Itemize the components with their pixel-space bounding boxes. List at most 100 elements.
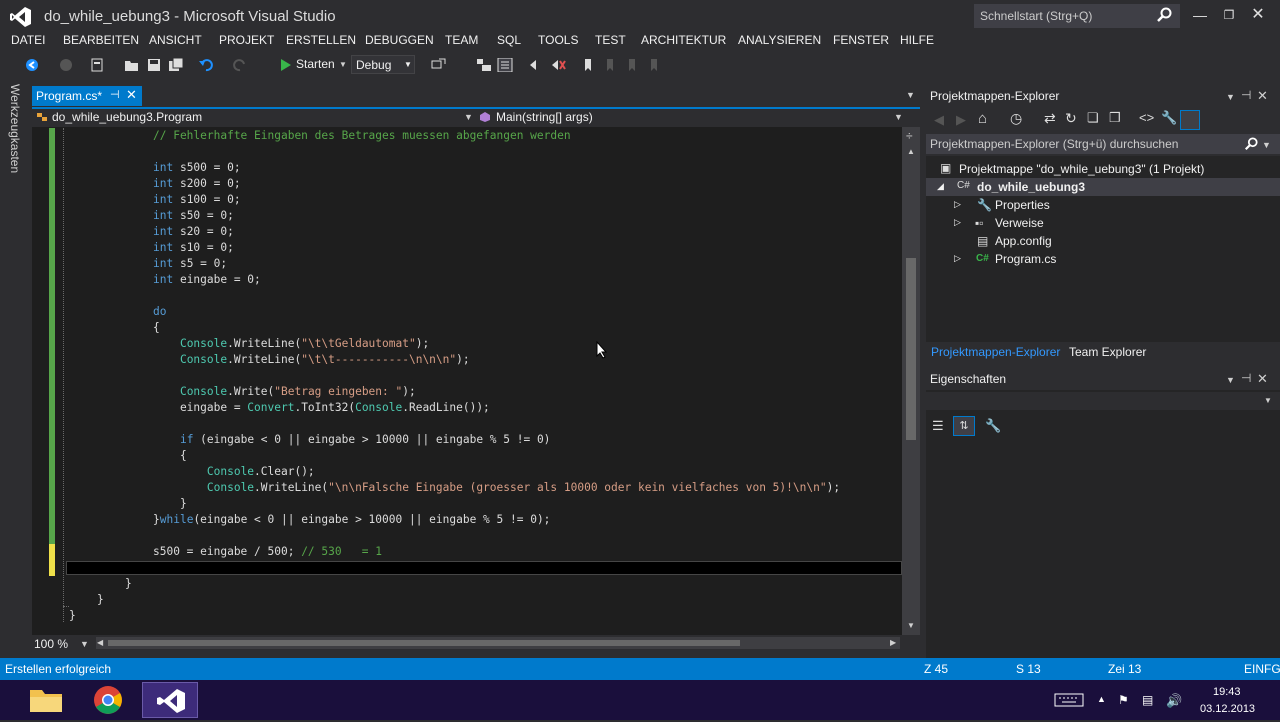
- search-icon[interactable]: [1244, 137, 1258, 151]
- navigate-back-icon[interactable]: [24, 58, 40, 72]
- menu-hilfe[interactable]: HILFE: [900, 33, 934, 47]
- pin-icon[interactable]: ⊣: [110, 88, 120, 101]
- bookmark-icon[interactable]: [580, 58, 596, 72]
- start-dropdown-icon[interactable]: ▼: [339, 60, 347, 69]
- menu-datei[interactable]: DATEI: [11, 33, 45, 47]
- menu-team[interactable]: TEAM: [445, 33, 478, 47]
- search-icon[interactable]: [1156, 7, 1172, 23]
- split-icon[interactable]: ÷: [906, 129, 913, 143]
- explorer-taskbar-button[interactable]: [18, 682, 74, 718]
- network-icon[interactable]: ▤: [1142, 693, 1158, 707]
- alphabetical-icon[interactable]: ⇅: [953, 416, 975, 436]
- attach-icon[interactable]: [430, 58, 446, 72]
- close-icon[interactable]: ✕: [1257, 371, 1268, 387]
- properties-object-select[interactable]: [926, 392, 1280, 410]
- collapsed-arrow-icon[interactable]: ▷: [954, 217, 961, 228]
- show-all-files-icon[interactable]: ❒: [1109, 110, 1121, 126]
- tab-program-cs[interactable]: Program.cs* ⊣ ✕: [32, 86, 142, 106]
- undo-icon[interactable]: [198, 58, 214, 72]
- vertical-scroll-thumb[interactable]: [906, 258, 916, 440]
- preview-selected-items-icon[interactable]: [1180, 110, 1200, 130]
- start-debug-icon[interactable]: [278, 58, 294, 72]
- menu-bearbeiten[interactable]: BEARBEITEN: [63, 33, 139, 47]
- bookmark-clear-icon[interactable]: [550, 58, 566, 72]
- bookmark-next-icon[interactable]: [602, 58, 618, 72]
- pin-icon[interactable]: ⊣: [1241, 371, 1251, 385]
- close-tab-icon[interactable]: ✕: [126, 87, 137, 103]
- property-pages-icon[interactable]: 🔧: [985, 418, 1001, 434]
- save-all-icon[interactable]: [168, 58, 184, 72]
- menu-fenster[interactable]: FENSTER: [833, 33, 889, 47]
- tab-team-explorer[interactable]: Team Explorer: [1069, 345, 1146, 359]
- close-icon[interactable]: ✕: [1257, 88, 1268, 104]
- bookmark-clear-all-icon[interactable]: [646, 58, 662, 72]
- panel-menu-icon[interactable]: ▼: [1226, 92, 1235, 102]
- chevron-down-icon[interactable]: ▼: [1264, 396, 1272, 405]
- pin-icon[interactable]: ⊣: [1241, 88, 1251, 102]
- tab-solution-explorer[interactable]: Projektmappen-Explorer: [931, 345, 1060, 359]
- toolbox-tab[interactable]: Werkzeugkasten: [4, 84, 22, 173]
- categorized-icon[interactable]: ☰: [932, 418, 944, 434]
- sync-icon[interactable]: ⇄: [1044, 110, 1056, 127]
- expanded-arrow-icon[interactable]: ◢: [937, 181, 944, 192]
- chrome-taskbar-button[interactable]: [80, 682, 136, 718]
- panel-menu-icon[interactable]: ▼: [1226, 375, 1235, 385]
- tree-item-properties[interactable]: Properties: [995, 198, 1050, 212]
- collapsed-arrow-icon[interactable]: ▷: [954, 253, 961, 264]
- zoom-dropdown-icon[interactable]: ▼: [80, 639, 89, 649]
- chevron-down-icon[interactable]: ▼: [464, 112, 473, 122]
- solution-explorer-toolbar-icon[interactable]: [476, 58, 492, 72]
- scroll-right-icon[interactable]: ▶: [890, 638, 896, 647]
- navigate-forward-icon[interactable]: [58, 58, 74, 72]
- zoom-level[interactable]: 100 %: [34, 637, 68, 651]
- clock-time[interactable]: 19:43: [1213, 686, 1241, 698]
- history-icon[interactable]: ◷: [1010, 110, 1022, 127]
- menu-test[interactable]: TEST: [595, 33, 626, 47]
- menu-projekt[interactable]: PROJEKT: [219, 33, 274, 47]
- solution-configuration-select[interactable]: Debug ▼: [351, 55, 415, 74]
- horizontal-scroll-thumb[interactable]: [108, 640, 740, 646]
- menu-erstellen[interactable]: ERSTELLEN: [286, 33, 356, 47]
- bookmark-folder-icon[interactable]: [624, 58, 640, 72]
- menu-tools[interactable]: TOOLS: [538, 33, 578, 47]
- home-icon[interactable]: ⌂: [978, 110, 987, 127]
- properties-wrench-icon[interactable]: 🔧: [1161, 110, 1177, 126]
- scroll-up-icon[interactable]: ▲: [907, 147, 915, 156]
- minimize-icon[interactable]: —: [1190, 6, 1210, 24]
- member-scope-dropdown[interactable]: Main(string[] args): [496, 110, 593, 124]
- show-hidden-icons[interactable]: ▲: [1097, 694, 1106, 704]
- back-icon[interactable]: ◀: [934, 112, 944, 128]
- open-file-icon[interactable]: [124, 58, 140, 72]
- menu-debuggen[interactable]: DEBUGGEN: [365, 33, 434, 47]
- redo-icon[interactable]: [232, 58, 248, 72]
- start-button[interactable]: Starten: [296, 57, 335, 71]
- tree-item-project[interactable]: do_while_uebung3: [977, 180, 1085, 194]
- menu-architektur[interactable]: ARCHITEKTUR: [641, 33, 726, 47]
- save-icon[interactable]: [146, 58, 162, 72]
- menu-sql[interactable]: SQL: [497, 33, 521, 47]
- type-scope-dropdown[interactable]: do_while_uebung3.Program: [52, 110, 202, 124]
- chevron-down-icon[interactable]: ▼: [894, 112, 903, 122]
- keyboard-icon[interactable]: [1054, 693, 1084, 707]
- tree-item-references[interactable]: Verweise: [995, 216, 1044, 230]
- search-options-icon[interactable]: ▼: [1262, 140, 1271, 150]
- tab-overflow-dropdown-icon[interactable]: ▼: [906, 90, 915, 100]
- collapse-all-icon[interactable]: ❏: [1087, 110, 1099, 126]
- new-project-icon[interactable]: [90, 58, 106, 72]
- menu-analysieren[interactable]: ANALYSIEREN: [738, 33, 821, 47]
- tree-item-program-cs[interactable]: Program.cs: [995, 252, 1056, 266]
- forward-icon[interactable]: ▶: [956, 112, 966, 128]
- clock-date[interactable]: 03.12.2013: [1200, 703, 1255, 715]
- visual-studio-taskbar-button[interactable]: [142, 682, 198, 718]
- volume-icon[interactable]: 🔊: [1166, 693, 1182, 708]
- view-code-icon[interactable]: <>: [1139, 110, 1154, 125]
- action-center-icon[interactable]: ⚑: [1118, 693, 1134, 707]
- scroll-down-icon[interactable]: ▼: [907, 621, 915, 630]
- close-icon[interactable]: ✕: [1248, 6, 1268, 24]
- scroll-left-icon[interactable]: ◀: [97, 638, 103, 647]
- solution-explorer-search-input[interactable]: Projektmappen-Explorer (Strg+ü) durchsuc…: [926, 134, 1280, 154]
- tree-item-app-config[interactable]: App.config: [995, 234, 1052, 248]
- properties-toolbar-icon[interactable]: [497, 58, 513, 72]
- restore-icon[interactable]: ❐: [1219, 6, 1239, 24]
- quick-launch-input[interactable]: Schnellstart (Strg+Q): [974, 4, 1180, 28]
